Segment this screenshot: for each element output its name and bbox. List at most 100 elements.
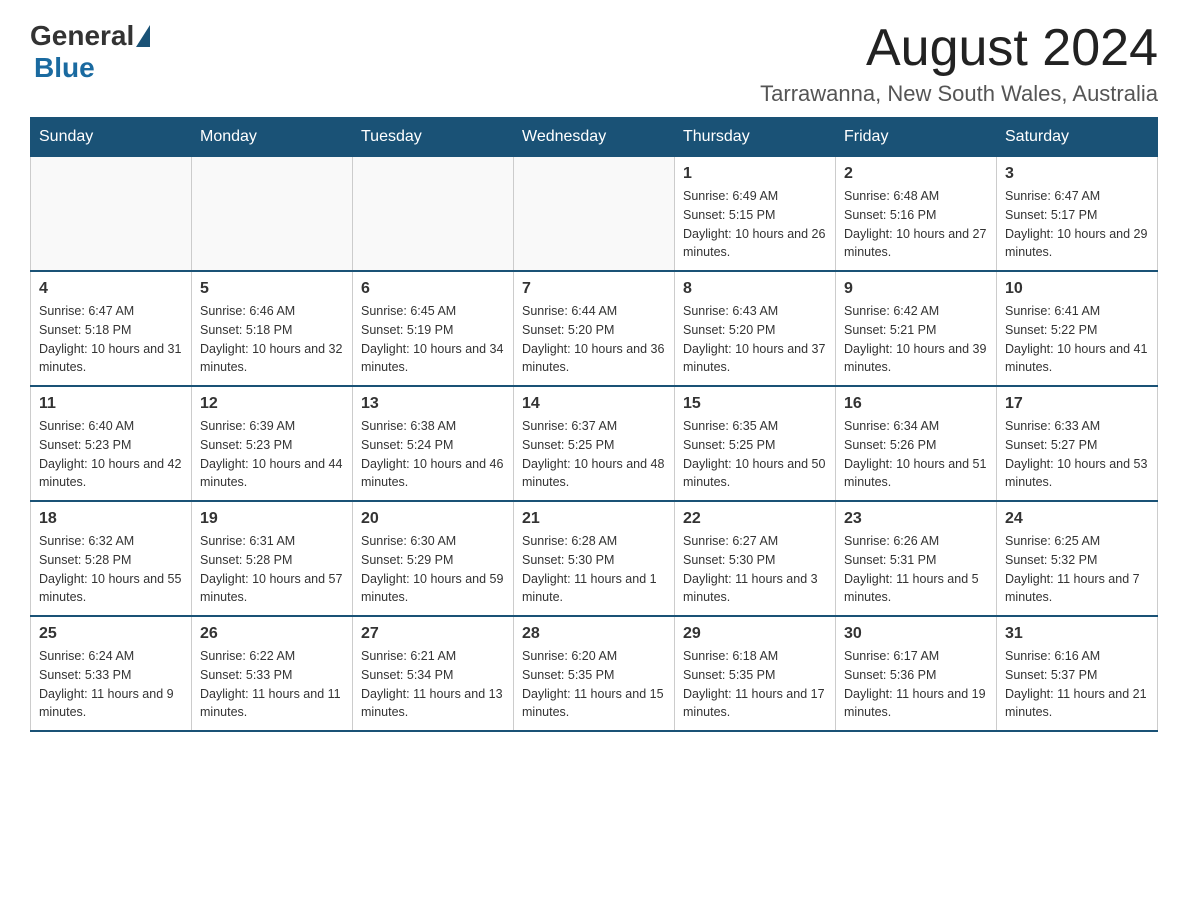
- calendar-week-4: 18 Sunrise: 6:32 AMSunset: 5:28 PMDayligh…: [31, 501, 1158, 616]
- calendar-table: SundayMondayTuesdayWednesdayThursdayFrid…: [30, 117, 1158, 732]
- calendar-cell: 27Sunrise: 6:21 AMSunset: 5:34 PMDayligh…: [353, 616, 514, 731]
- day-number: 24: [1005, 510, 1149, 528]
- day-info: Sunrise: 6:41 AMSunset: 5:22 PMDaylight:…: [1005, 302, 1149, 377]
- day-number: 16: [844, 395, 988, 413]
- day-number: 28: [522, 625, 666, 643]
- calendar-header-monday: Monday: [192, 118, 353, 157]
- calendar-cell: [353, 157, 514, 272]
- calendar-cell: 1 Sunrise: 6:49 AMSunset: 5:15 PMDaylight…: [675, 157, 836, 272]
- calendar-cell: 24 Sunrise: 6:25 AMSunset: 5:32 PMDayligh…: [997, 501, 1158, 616]
- day-info: Sunrise: 6:17 AMSunset: 5:36 PMDaylight:…: [844, 647, 988, 722]
- calendar-cell: 16 Sunrise: 6:34 AMSunset: 5:26 PMDayligh…: [836, 386, 997, 501]
- day-number: 21: [522, 510, 666, 528]
- calendar-header-thursday: Thursday: [675, 118, 836, 157]
- calendar-cell: 29Sunrise: 6:18 AMSunset: 5:35 PMDayligh…: [675, 616, 836, 731]
- calendar-week-3: 11Sunrise: 6:40 AMSunset: 5:23 PMDayligh…: [31, 386, 1158, 501]
- day-info: Sunrise: 6:39 AMSunset: 5:23 PMDaylight:…: [200, 417, 344, 492]
- calendar-cell: [31, 157, 192, 272]
- day-info: Sunrise: 6:48 AMSunset: 5:16 PMDaylight:…: [844, 187, 988, 262]
- calendar-week-1: 1 Sunrise: 6:49 AMSunset: 5:15 PMDaylight…: [31, 157, 1158, 272]
- day-number: 5: [200, 280, 344, 298]
- day-info: Sunrise: 6:31 AMSunset: 5:28 PMDaylight:…: [200, 532, 344, 607]
- calendar-cell: 15Sunrise: 6:35 AMSunset: 5:25 PMDayligh…: [675, 386, 836, 501]
- calendar-cell: 2 Sunrise: 6:48 AMSunset: 5:16 PMDaylight…: [836, 157, 997, 272]
- title-block: August 2024 Tarrawanna, New South Wales,…: [760, 20, 1158, 107]
- day-number: 9: [844, 280, 988, 298]
- day-number: 2: [844, 165, 988, 183]
- day-number: 13: [361, 395, 505, 413]
- day-number: 10: [1005, 280, 1149, 298]
- calendar-header-sunday: Sunday: [31, 118, 192, 157]
- calendar-cell: 9 Sunrise: 6:42 AMSunset: 5:21 PMDaylight…: [836, 271, 997, 386]
- day-number: 17: [1005, 395, 1149, 413]
- day-info: Sunrise: 6:24 AMSunset: 5:33 PMDaylight:…: [39, 647, 183, 722]
- day-info: Sunrise: 6:38 AMSunset: 5:24 PMDaylight:…: [361, 417, 505, 492]
- day-number: 12: [200, 395, 344, 413]
- calendar-cell: 14Sunrise: 6:37 AMSunset: 5:25 PMDayligh…: [514, 386, 675, 501]
- calendar-cell: 13 Sunrise: 6:38 AMSunset: 5:24 PMDayligh…: [353, 386, 514, 501]
- day-info: Sunrise: 6:32 AMSunset: 5:28 PMDaylight:…: [39, 532, 183, 607]
- day-info: Sunrise: 6:34 AMSunset: 5:26 PMDaylight:…: [844, 417, 988, 492]
- day-number: 25: [39, 625, 183, 643]
- calendar-cell: 26Sunrise: 6:22 AMSunset: 5:33 PMDayligh…: [192, 616, 353, 731]
- day-number: 22: [683, 510, 827, 528]
- day-number: 18: [39, 510, 183, 528]
- day-info: Sunrise: 6:49 AMSunset: 5:15 PMDaylight:…: [683, 187, 827, 262]
- calendar-cell: 22 Sunrise: 6:27 AMSunset: 5:30 PMDayligh…: [675, 501, 836, 616]
- day-info: Sunrise: 6:44 AMSunset: 5:20 PMDaylight:…: [522, 302, 666, 377]
- day-number: 19: [200, 510, 344, 528]
- calendar-week-2: 4Sunrise: 6:47 AMSunset: 5:18 PMDaylight…: [31, 271, 1158, 386]
- calendar-header-friday: Friday: [836, 118, 997, 157]
- calendar-cell: 23 Sunrise: 6:26 AMSunset: 5:31 PMDayligh…: [836, 501, 997, 616]
- day-info: Sunrise: 6:27 AMSunset: 5:30 PMDaylight:…: [683, 532, 827, 607]
- logo-triangle-icon: [136, 25, 150, 47]
- day-info: Sunrise: 6:30 AMSunset: 5:29 PMDaylight:…: [361, 532, 505, 607]
- calendar-cell: 17 Sunrise: 6:33 AMSunset: 5:27 PMDayligh…: [997, 386, 1158, 501]
- day-number: 3: [1005, 165, 1149, 183]
- month-title: August 2024: [760, 20, 1158, 77]
- day-info: Sunrise: 6:42 AMSunset: 5:21 PMDaylight:…: [844, 302, 988, 377]
- day-info: Sunrise: 6:35 AMSunset: 5:25 PMDaylight:…: [683, 417, 827, 492]
- calendar-cell: 11Sunrise: 6:40 AMSunset: 5:23 PMDayligh…: [31, 386, 192, 501]
- logo: General Blue: [30, 20, 152, 84]
- day-info: Sunrise: 6:21 AMSunset: 5:34 PMDaylight:…: [361, 647, 505, 722]
- day-number: 7: [522, 280, 666, 298]
- calendar-cell: 4Sunrise: 6:47 AMSunset: 5:18 PMDaylight…: [31, 271, 192, 386]
- calendar-cell: 5Sunrise: 6:46 AMSunset: 5:18 PMDaylight…: [192, 271, 353, 386]
- calendar-cell: 28 Sunrise: 6:20 AMSunset: 5:35 PMDayligh…: [514, 616, 675, 731]
- calendar-cell: 20 Sunrise: 6:30 AMSunset: 5:29 PMDayligh…: [353, 501, 514, 616]
- day-number: 31: [1005, 625, 1149, 643]
- day-number: 26: [200, 625, 344, 643]
- day-info: Sunrise: 6:33 AMSunset: 5:27 PMDaylight:…: [1005, 417, 1149, 492]
- logo-blue-text: Blue: [34, 52, 95, 83]
- day-number: 11: [39, 395, 183, 413]
- calendar-header-wednesday: Wednesday: [514, 118, 675, 157]
- page-header: General Blue August 2024 Tarrawanna, New…: [30, 20, 1158, 107]
- location-text: Tarrawanna, New South Wales, Australia: [760, 81, 1158, 107]
- logo-general-text: General: [30, 20, 134, 52]
- day-number: 4: [39, 280, 183, 298]
- calendar-header-saturday: Saturday: [997, 118, 1158, 157]
- calendar-cell: 3 Sunrise: 6:47 AMSunset: 5:17 PMDaylight…: [997, 157, 1158, 272]
- day-number: 20: [361, 510, 505, 528]
- calendar-cell: 21 Sunrise: 6:28 AMSunset: 5:30 PMDayligh…: [514, 501, 675, 616]
- calendar-cell: 18 Sunrise: 6:32 AMSunset: 5:28 PMDayligh…: [31, 501, 192, 616]
- day-number: 14: [522, 395, 666, 413]
- day-info: Sunrise: 6:45 AMSunset: 5:19 PMDaylight:…: [361, 302, 505, 377]
- calendar-cell: 7 Sunrise: 6:44 AMSunset: 5:20 PMDaylight…: [514, 271, 675, 386]
- day-info: Sunrise: 6:16 AMSunset: 5:37 PMDaylight:…: [1005, 647, 1149, 722]
- day-info: Sunrise: 6:28 AMSunset: 5:30 PMDaylight:…: [522, 532, 666, 607]
- calendar-cell: 8Sunrise: 6:43 AMSunset: 5:20 PMDaylight…: [675, 271, 836, 386]
- day-number: 23: [844, 510, 988, 528]
- calendar-cell: 31 Sunrise: 6:16 AMSunset: 5:37 PMDayligh…: [997, 616, 1158, 731]
- day-info: Sunrise: 6:20 AMSunset: 5:35 PMDaylight:…: [522, 647, 666, 722]
- calendar-cell: [514, 157, 675, 272]
- day-info: Sunrise: 6:47 AMSunset: 5:17 PMDaylight:…: [1005, 187, 1149, 262]
- day-info: Sunrise: 6:25 AMSunset: 5:32 PMDaylight:…: [1005, 532, 1149, 607]
- day-number: 6: [361, 280, 505, 298]
- calendar-header-row: SundayMondayTuesdayWednesdayThursdayFrid…: [31, 118, 1158, 157]
- day-info: Sunrise: 6:26 AMSunset: 5:31 PMDaylight:…: [844, 532, 988, 607]
- day-number: 1: [683, 165, 827, 183]
- calendar-cell: 19 Sunrise: 6:31 AMSunset: 5:28 PMDayligh…: [192, 501, 353, 616]
- calendar-cell: 10 Sunrise: 6:41 AMSunset: 5:22 PMDayligh…: [997, 271, 1158, 386]
